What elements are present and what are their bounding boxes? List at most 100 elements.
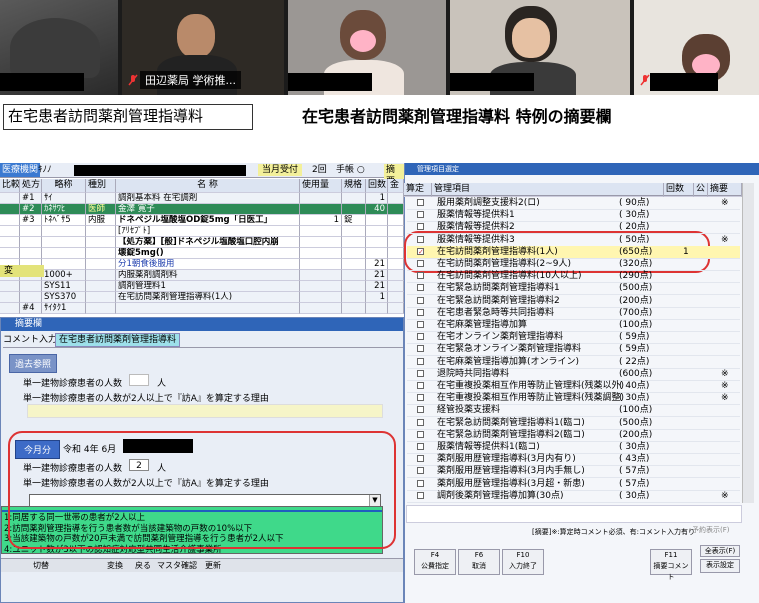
detail-display-button[interactable]: 予約表示(F) <box>692 525 730 535</box>
rx-row[interactable]: #2 ｶﾈｻﾜﾋ 医師 金澤 寛子 40 <box>0 204 404 215</box>
fee-item-row[interactable]: 薬剤服用歴管理指導料(3月超・新患) ( 57点) <box>407 478 740 491</box>
rx-cell: ﾄﾈﾍﾞｻ5 <box>42 215 86 226</box>
fee-item-row[interactable]: 在宅訪問薬剤管理指導料(10人以上) (290点) <box>407 270 740 284</box>
fee-item-row[interactable]: 在宅緊急訪問薬剤管理指導料1(臨コ) (500点) <box>407 417 740 430</box>
fee-item-row[interactable]: 薬剤服用歴管理指導料(3月内手無し) ( 57点) <box>407 465 740 479</box>
fee-item-checkbox[interactable] <box>417 394 424 402</box>
fee-item-checkbox[interactable] <box>417 382 424 389</box>
tab-back[interactable]: 戻る <box>135 559 151 573</box>
fee-item-row[interactable]: 服用薬剤調整支援料2(ロ) ( 90点) ※ <box>407 197 740 210</box>
fee-item-checkbox[interactable] <box>417 284 424 292</box>
fee-item-row[interactable]: 調剤後薬剤管理指導加算(30点) ( 30点) ※ <box>407 490 740 503</box>
show-all-button[interactable]: 全表示(F) <box>700 545 740 557</box>
fee-item-points: (200点) <box>619 429 653 440</box>
fee-item-checkbox[interactable] <box>417 333 424 341</box>
rx-row[interactable]: SYS370 在宅訪問薬剤管理指導料(1人) 1 <box>0 292 404 303</box>
institution-label: 医療機関 <box>0 163 41 177</box>
fee-item-row[interactable]: 在宅緊急オンライン薬剤管理指導料 ( 59点) <box>407 343 740 357</box>
tab-switch[interactable]: 切替 <box>33 559 49 573</box>
past-reference-button[interactable]: 過去参照 <box>9 354 58 373</box>
fee-item-checkbox[interactable] <box>417 467 424 475</box>
rx-row[interactable]: #4 ｻｲﾀｸ1 <box>0 303 404 314</box>
fee-scrollbar[interactable] <box>742 183 754 503</box>
rx-cell <box>366 248 388 259</box>
fee-item-checkbox[interactable] <box>417 479 424 487</box>
fee-item-row[interactable]: 薬剤服用歴管理指導料(3月内有り) ( 43点) <box>407 453 740 467</box>
rx-row[interactable]: 壊錠5mg() <box>0 248 404 259</box>
fee-item-row[interactable]: 在宅緊急訪問薬剤管理指導料2 (200点) <box>407 295 740 308</box>
fee-item-points: (100点) <box>619 320 653 330</box>
tab-master-check[interactable]: マスタ確認 <box>157 559 197 573</box>
f4-public-button[interactable]: F4 公費指定 <box>414 549 456 575</box>
fee-item-checkbox[interactable] <box>417 223 424 231</box>
fee-item-row[interactable]: 在宅重複投薬相互作用等防止管理料(残薬以外)( 40点) ※ <box>407 380 740 393</box>
fee-item-checkbox[interactable] <box>417 491 424 499</box>
participant-tile[interactable] <box>288 0 446 95</box>
f6-cancel-button[interactable]: F6 取消 <box>458 549 500 575</box>
rx-row[interactable]: #3 ﾄﾈﾍﾞｻ5 内服 ドネペジル塩酸塩OD錠5mg「日医工」 1 錠 <box>0 215 404 226</box>
rx-cell <box>388 193 404 204</box>
rx-row[interactable]: SYS11 調剤管理料1 21 <box>0 281 404 292</box>
tab-month[interactable]: 当月受付 <box>258 164 303 176</box>
fee-item-row[interactable]: 経管投薬支援料 (100点) <box>407 404 740 418</box>
fee-item-checkbox[interactable] <box>417 430 424 438</box>
rx-row[interactable]: 分1朝食後服用 21 <box>0 259 404 270</box>
rx-cell <box>388 270 404 281</box>
fee-item-row[interactable]: ✓ 在宅訪問薬剤管理指導料(1人) (650点) 1 <box>407 245 740 259</box>
fee-item-row[interactable]: 在宅緊急訪問薬剤管理指導料1 (500点) <box>407 282 740 296</box>
rx-row[interactable]: 1000+ 内服薬剤調剤料 21 <box>0 270 404 281</box>
rx-row[interactable]: #1 ｻｲ 調剤基本料 在宅調剤 1 <box>0 193 404 204</box>
tab-convert[interactable]: 変換 <box>107 559 123 573</box>
fee-item-checkbox[interactable] <box>417 357 424 365</box>
fee-table-header: 算定 管理項目 回数 公 摘要 <box>404 183 742 197</box>
rx-cell <box>300 292 342 303</box>
rx-row[interactable]: 【処方薬】[般]ドネペジル塩酸塩口腔内崩 <box>0 237 404 248</box>
fee-item-row[interactable]: 服薬情報等提供料3 ( 50点) ※ <box>407 234 740 247</box>
divider <box>3 347 403 348</box>
fee-item-row[interactable]: 在宅オンライン薬剤管理指導料 ( 59点) <box>407 331 740 345</box>
fee-item-checkbox[interactable] <box>417 443 424 450</box>
rx-cell: 内服 <box>86 215 116 226</box>
col-header: 管理項目 <box>432 183 664 197</box>
fee-item-checkbox[interactable] <box>417 308 424 316</box>
participant-tile[interactable] <box>450 0 630 95</box>
fee-item-row[interactable]: 服薬情報等提供料2 ( 20点) <box>407 221 740 235</box>
tab-comment[interactable]: コメント入力 <box>3 334 57 346</box>
fee-item-checkbox[interactable]: ✓ <box>417 247 424 255</box>
fee-item-row[interactable]: 在宅訪問薬剤管理指導料(2~9人) (320点) <box>407 258 740 271</box>
display-settings-button[interactable]: 表示設定 <box>700 559 740 573</box>
fee-item-checkbox[interactable] <box>417 211 424 219</box>
fee-item-checkbox[interactable] <box>417 272 424 280</box>
f10-finish-button[interactable]: F10 入力終了 <box>502 549 544 575</box>
participant-tile[interactable] <box>634 0 759 95</box>
fee-item-checkbox[interactable] <box>417 455 424 463</box>
rx-row[interactable]: [ｱﾘｾﾌﾟﾄ] <box>0 226 404 237</box>
fee-item-row[interactable]: 在宅緊急訪問薬剤管理指導料2(臨コ) (200点) <box>407 429 740 442</box>
fee-item-row[interactable]: 退院時共同指導料 (600点) ※ <box>407 368 740 381</box>
redacted-field <box>74 165 246 176</box>
fee-item-checkbox[interactable] <box>417 296 424 304</box>
fee-item-row[interactable]: 在宅重複投薬相互作用等防止管理料(残薬調整)( 30点) ※ <box>407 392 740 406</box>
participant-tile[interactable] <box>0 0 118 95</box>
tab-update[interactable]: 更新 <box>205 559 221 573</box>
fee-item-checkbox[interactable] <box>417 199 424 206</box>
fee-item-row[interactable]: 在宅患者緊急時等共同指導料 (700点) <box>407 307 740 320</box>
rx-cell <box>300 193 342 204</box>
rx-cell <box>388 215 404 226</box>
fee-item-checkbox[interactable] <box>417 345 424 353</box>
fee-item-row[interactable]: 服薬情報等提供料1 ( 30点) <box>407 209 740 223</box>
fee-item-checkbox[interactable] <box>417 321 424 328</box>
participant-tile[interactable]: 田辺薬局 学術推... <box>122 0 284 95</box>
fee-item-row[interactable]: 服薬情報等提供料1(臨コ) ( 30点) <box>407 441 740 454</box>
tab-home-visit[interactable]: 在宅患者訪問薬剤管理指導料 <box>55 333 181 347</box>
fee-item-row[interactable]: 在宅麻薬管理指導加算 (100点) <box>407 319 740 332</box>
rx-cell <box>366 303 388 314</box>
f11-summary-comment-button[interactable]: F11 摘要コメント <box>650 549 692 581</box>
fee-item-checkbox[interactable] <box>417 260 424 267</box>
fee-item-checkbox[interactable] <box>417 369 424 377</box>
fee-item-checkbox[interactable] <box>417 235 424 243</box>
fee-item-checkbox[interactable] <box>417 418 424 426</box>
fee-item-row[interactable]: 在宅麻薬管理指導加算(オンライン) ( 22点) <box>407 356 740 369</box>
rx-cell <box>388 259 404 270</box>
fee-item-checkbox[interactable] <box>417 406 424 414</box>
